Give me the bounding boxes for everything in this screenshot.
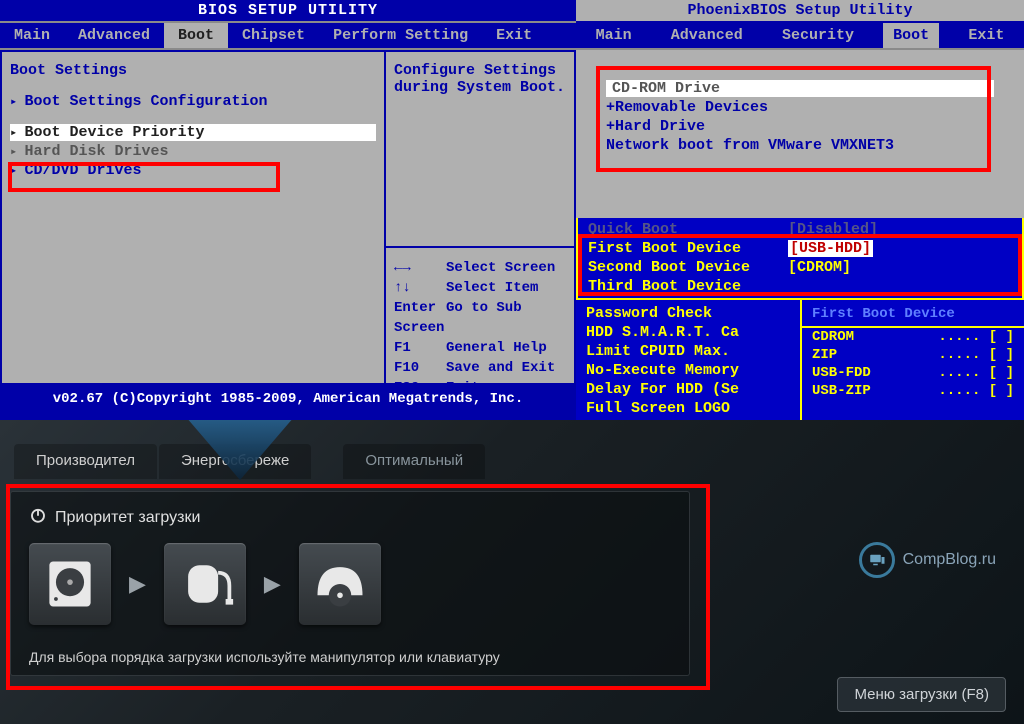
gig-rightcol: First Boot Device CDROM..... [ ] ZIP....… <box>802 300 1024 424</box>
gig-l-1[interactable]: HDD S.M.A.R.T. Ca <box>586 324 786 341</box>
gig-opt-usbzip[interactable]: USB-ZIP..... [ ] <box>802 382 1024 400</box>
ami-item-boot-settings-config[interactable]: Boot Settings Configuration <box>10 93 376 110</box>
highlight-red-box <box>6 484 710 690</box>
phx-menu-boot[interactable]: Boot <box>883 23 939 48</box>
ami-menu-chipset[interactable]: Chipset <box>228 23 319 48</box>
ami-menu-boot[interactable]: Boot <box>164 23 228 48</box>
phoenix-menubar: Main Advanced Security Boot Exit <box>576 23 1024 50</box>
ami-menu-exit[interactable]: Exit <box>482 23 546 48</box>
gig-l-2[interactable]: Limit CPUID Max. <box>586 343 786 360</box>
ami-left-pane: Boot Settings Boot Settings Configuratio… <box>0 50 385 385</box>
phoenix-bios-panel: PhoenixBIOS Setup Utility Main Advanced … <box>576 0 1024 218</box>
ami-menubar: Main Advanced Boot Chipset Perform Setti… <box>0 21 576 50</box>
gig-l-4[interactable]: Delay For HDD (Se <box>586 381 786 398</box>
gig-opt-cdrom[interactable]: CDROM..... [ ] <box>802 328 1024 346</box>
ami-right-pane: Configure Settings during System Boot. ←… <box>385 50 576 385</box>
gig-opt-usbfdd[interactable]: USB-FDD..... [ ] <box>802 364 1024 382</box>
ami-item-hdd-drives[interactable]: Hard Disk Drives <box>10 143 376 160</box>
highlight-red-box <box>596 66 991 172</box>
ami-body: Boot Settings Boot Settings Configuratio… <box>0 50 576 385</box>
asus-tab-optimal[interactable]: Оптимальный <box>343 444 485 479</box>
highlight-red-box <box>8 162 280 192</box>
ami-help-block: ←→Select Screen ↑↓Select Item EnterGo to… <box>394 258 566 398</box>
asus-tabs: Производител Энергосбереже Оптимальный <box>0 420 1024 479</box>
gig-l-0[interactable]: Password Check <box>586 305 786 322</box>
gig-l-5[interactable]: Full Screen LOGO <box>586 400 786 417</box>
watermark-logo: CompBlog.ru <box>859 542 996 578</box>
computer-icon <box>859 542 895 578</box>
ami-menu-main[interactable]: Main <box>0 23 64 48</box>
asus-tab-performance[interactable]: Производител <box>14 444 157 479</box>
asus-bios-panel: Производител Энергосбереже Оптимальный П… <box>0 420 1024 724</box>
gig-leftcol: Password Check HDD S.M.A.R.T. Ca Limit C… <box>576 300 802 424</box>
ami-title: BIOS SETUP UTILITY <box>0 0 576 21</box>
gig-l-3[interactable]: No-Execute Memory <box>586 362 786 379</box>
gig-opt-zip[interactable]: ZIP..... [ ] <box>802 346 1024 364</box>
phx-menu-exit[interactable]: Exit <box>958 23 1014 48</box>
phx-menu-advanced[interactable]: Advanced <box>661 23 753 48</box>
ami-menu-perform[interactable]: Perform Setting <box>319 23 482 48</box>
highlight-red-box <box>578 234 1022 296</box>
phoenix-body: CD-ROM Drive +Removable Devices +Hard Dr… <box>576 50 1024 184</box>
phoenix-title: PhoenixBIOS Setup Utility <box>576 0 1024 23</box>
ami-desc-1: Configure Settings <box>394 62 566 79</box>
ami-menu-advanced[interactable]: Advanced <box>64 23 164 48</box>
ami-panel-title: Boot Settings <box>10 62 376 79</box>
boot-menu-button[interactable]: Меню загрузки (F8) <box>837 677 1006 712</box>
gig-lower: Password Check HDD S.M.A.R.T. Ca Limit C… <box>576 300 1024 424</box>
gigabyte-bios-panel: Quick Boot[Disabled] First Boot Device[U… <box>576 218 1024 423</box>
ami-item-boot-device-priority[interactable]: Boot Device Priority <box>10 124 376 141</box>
ami-desc-2: during System Boot. <box>394 79 566 96</box>
ami-bios-panel: BIOS SETUP UTILITY Main Advanced Boot Ch… <box>0 0 576 420</box>
phx-menu-main[interactable]: Main <box>586 23 642 48</box>
gig-right-hdr: First Boot Device <box>802 302 1024 328</box>
phx-menu-security[interactable]: Security <box>772 23 864 48</box>
